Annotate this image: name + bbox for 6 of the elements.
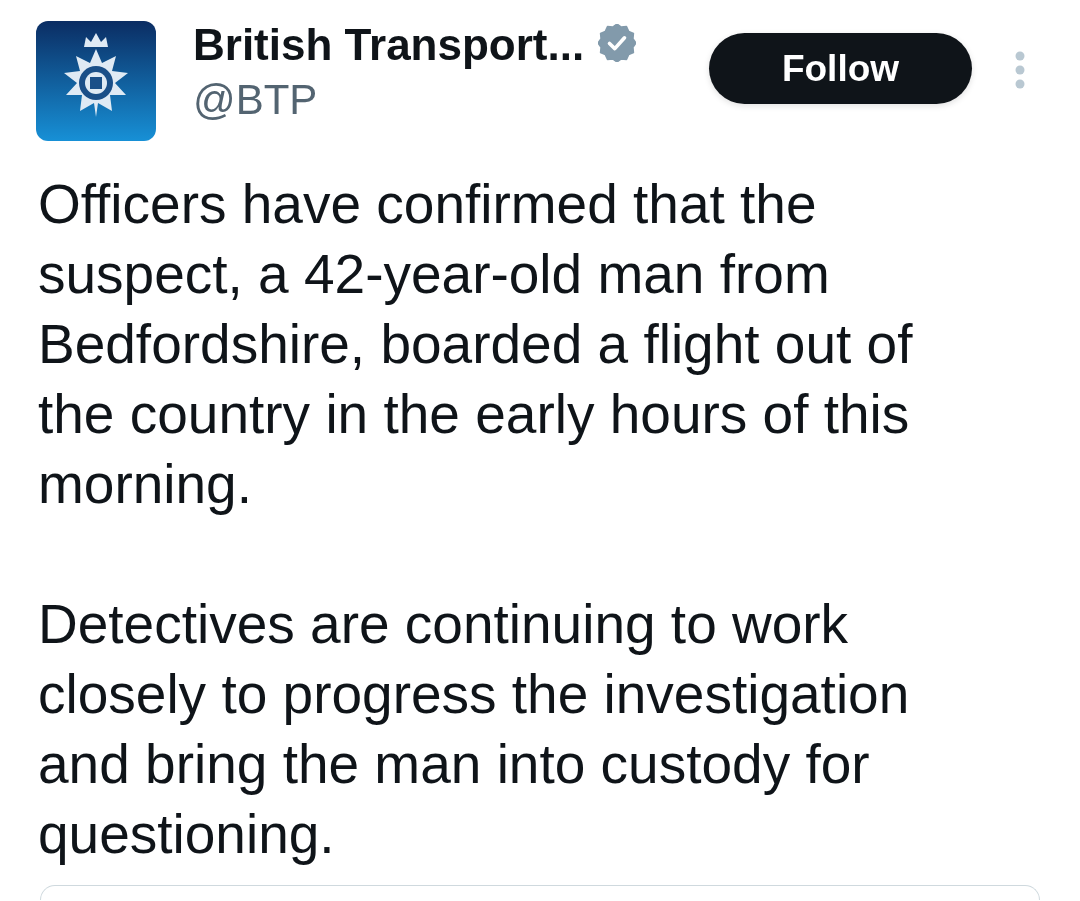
user-handle: @BTP <box>193 76 319 124</box>
more-options-icon[interactable] <box>1013 51 1027 89</box>
display-name: British Transport... <box>193 20 585 70</box>
post-text: Officers have confirmed that the suspect, a 42-year-old man from Bedfordshire, boarded a flight out of the country in the early hours of this morning. <box>38 172 914 517</box>
follow-button[interactable]: Follow <box>709 33 972 104</box>
post-text: Detectives are continuing to work closely to progress the investigation and bring the man into custody for questioning. <box>38 592 911 867</box>
